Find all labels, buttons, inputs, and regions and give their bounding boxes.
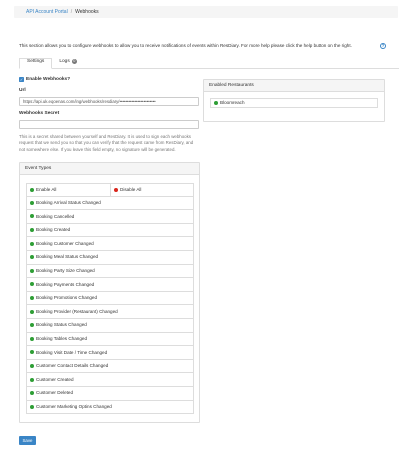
event-type-label: Booking Arrival Status Changed [36, 200, 101, 206]
event-type-item[interactable]: Booking Tables Changed [26, 332, 194, 347]
enabled-restaurants-heading: Enabled Restaurants [204, 80, 384, 92]
intro-text: This section allows you to configure web… [19, 43, 352, 48]
event-type-label: Booking Provider (Restaurant) Changed [36, 308, 118, 314]
enabled-status-icon [30, 391, 34, 396]
event-types-panel: Event Types Enable All Disable All Booki… [19, 162, 200, 423]
breadcrumb-current: Webhooks [75, 8, 99, 15]
event-type-item[interactable]: Customer Contact Details Changed [26, 359, 194, 374]
event-types-list: Enable All Disable All Booking Arrival S… [26, 183, 194, 415]
event-type-label: Booking Meal Status Changed [36, 254, 99, 260]
enable-webhooks-row: ✓ Enable Webhooks? [19, 77, 70, 83]
enabled-status-icon [30, 255, 34, 260]
event-type-label: Customer Created [36, 376, 74, 382]
enabled-status-icon [30, 404, 34, 409]
enabled-status-icon [30, 309, 34, 314]
enable-all-label: Enable All [36, 186, 57, 192]
url-input[interactable]: https://api.uk.eqoenas.com/ing/webhooks/… [19, 97, 199, 106]
enabled-status-icon [30, 268, 34, 273]
enable-all-icon [30, 187, 34, 192]
event-type-label: Booking Party Size Changed [36, 267, 95, 273]
event-type-item[interactable]: Booking Visit Date / Time Changed [26, 346, 194, 360]
enabled-status-icon [30, 323, 34, 328]
event-type-item[interactable]: Booking Arrival Status Changed [26, 196, 194, 211]
tab-settings-label: Settings [27, 59, 45, 65]
event-type-label: Customer Marketing Optins Changed [36, 403, 112, 409]
restaurant-name: Bloomreach [220, 100, 245, 106]
enabled-restaurants-panel: Enabled Restaurants Bloomreach [203, 79, 385, 122]
event-type-label: Booking Status Changed [36, 322, 87, 328]
tab-logs-label: Logs [59, 58, 70, 64]
event-type-item[interactable]: Booking Meal Status Changed [26, 250, 194, 265]
enable-disable-all-row: Enable All Disable All [26, 183, 194, 197]
event-type-item[interactable]: Booking Payments Changed [26, 278, 194, 292]
webhooks-secret-label: Webhooks Secret [19, 111, 60, 116]
breadcrumb: API Account Portal / Webhooks [14, 6, 398, 18]
enabled-status-icon [30, 241, 34, 246]
save-button[interactable]: Save [19, 436, 36, 445]
webhooks-secret-help: This is a secret shared between yourself… [19, 134, 194, 152]
event-type-item[interactable]: Customer Created [26, 373, 194, 387]
event-type-item[interactable]: Booking Cancelled [26, 210, 194, 224]
tab-logs[interactable]: Logs 0 [52, 57, 84, 68]
event-type-label: Booking Promotions Changed [36, 295, 98, 301]
webhooks-secret-input[interactable] [19, 120, 199, 129]
tab-bar: Settings Logs 0 [19, 57, 399, 69]
event-type-label: Booking Created [36, 227, 71, 233]
event-type-label: Customer Deleted [36, 390, 74, 396]
event-type-item[interactable]: Booking Party Size Changed [26, 264, 194, 279]
event-type-item[interactable]: Customer Marketing Optins Changed [26, 400, 194, 415]
enable-all-button[interactable]: Enable All [27, 184, 110, 196]
enabled-status-icon [30, 282, 34, 287]
breadcrumb-separator: / [70, 8, 73, 15]
enabled-status-icon [30, 364, 34, 369]
event-type-item[interactable]: Booking Promotions Changed [26, 291, 194, 306]
enabled-status-icon [214, 101, 218, 105]
enable-webhooks-checkbox[interactable]: ✓ [19, 77, 24, 83]
event-type-item[interactable]: Customer Deleted [26, 386, 194, 401]
enable-webhooks-label: Enable Webhooks? [26, 77, 71, 82]
event-type-label: Booking Tables Changed [36, 335, 87, 341]
event-type-item[interactable]: Booking Customer Changed [26, 237, 194, 251]
enabled-status-icon [30, 377, 34, 382]
event-types-heading: Event Types [20, 163, 199, 175]
enabled-status-icon [30, 296, 34, 301]
event-type-label: Booking Visit Date / Time Changed [36, 349, 108, 355]
event-type-label: Booking Customer Changed [36, 240, 94, 246]
tab-settings[interactable]: Settings [19, 57, 53, 69]
restaurant-item[interactable]: Bloomreach [210, 98, 378, 108]
breadcrumb-link-api-account-portal[interactable]: API Account Portal [26, 9, 68, 15]
event-type-label: Customer Contact Details Changed [36, 363, 109, 369]
enabled-status-icon [30, 350, 34, 355]
disable-all-icon [114, 187, 118, 192]
disable-all-button[interactable]: Disable All [110, 184, 193, 196]
enabled-status-icon [30, 200, 34, 205]
event-type-item[interactable]: Booking Status Changed [26, 318, 194, 333]
enabled-status-icon [30, 214, 34, 219]
event-type-item[interactable]: Booking Created [26, 223, 194, 238]
event-type-label: Booking Payments Changed [36, 281, 95, 287]
disable-all-label: Disable All [120, 186, 142, 192]
event-type-item[interactable]: Booking Provider (Restaurant) Changed [26, 305, 194, 319]
help-icon[interactable]: ? [380, 43, 386, 49]
url-label: Url [19, 88, 26, 93]
enabled-status-icon [30, 228, 34, 233]
logs-count-badge: 0 [71, 59, 77, 64]
event-type-label: Booking Cancelled [36, 213, 75, 219]
enabled-status-icon [30, 336, 34, 341]
